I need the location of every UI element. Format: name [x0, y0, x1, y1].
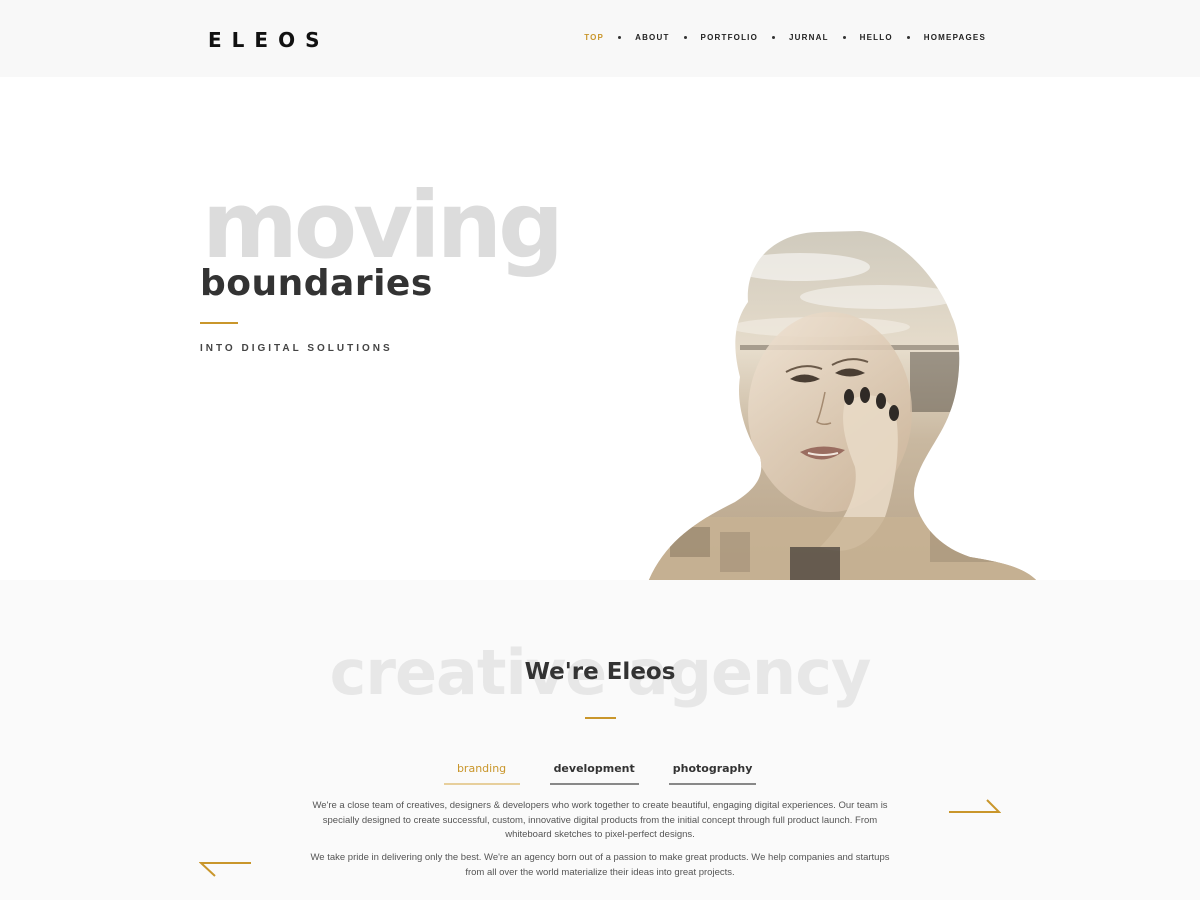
- nav-item-jurnal[interactable]: JURNAL: [789, 33, 829, 42]
- nav-item-hello[interactable]: HELLO: [860, 33, 893, 42]
- about-title: We're Eleos: [524, 659, 676, 685]
- about-paragraph: We take pride in delivering only the bes…: [310, 852, 890, 878]
- nav-separator: [842, 36, 846, 39]
- hero-divider: [200, 322, 238, 324]
- hero-title: boundaries: [200, 263, 433, 304]
- nav-separator: [906, 36, 910, 39]
- nav-separator: [683, 36, 687, 39]
- nav-item-top[interactable]: TOP: [584, 33, 604, 42]
- nav-separator: [618, 36, 622, 39]
- nav-separator: [772, 36, 776, 39]
- tab-branding[interactable]: branding: [443, 760, 520, 785]
- tab-photography[interactable]: photography: [668, 760, 757, 785]
- arrow-right-icon[interactable]: [949, 798, 1001, 816]
- nav-item-about[interactable]: ABOUT: [635, 33, 669, 42]
- hero-background-word: moving: [202, 172, 564, 279]
- arrow-left-icon[interactable]: [199, 860, 251, 878]
- hero-subtitle: INTO DIGITAL SOLUTIONS: [200, 343, 393, 354]
- site-header: ELEOS TOP ABOUT PORTFOLIO JURNAL HELLO H…: [0, 0, 1200, 77]
- nav-item-portfolio[interactable]: PORTFOLIO: [701, 33, 758, 42]
- logo[interactable]: ELEOS: [208, 28, 329, 52]
- about-section: creative agency We're Eleos branding dev…: [0, 580, 1200, 900]
- hero-section: moving boundaries INTO DIGITAL SOLUTIONS: [0, 77, 1200, 580]
- portrait-image: [648, 231, 1038, 580]
- about-paragraph: We're a close team of creatives, designe…: [312, 800, 888, 840]
- main-nav: TOP ABOUT PORTFOLIO JURNAL HELLO HOMEPAG…: [584, 33, 986, 42]
- tab-development[interactable]: development: [549, 760, 639, 785]
- nav-item-homepages[interactable]: HOMEPAGES: [924, 33, 986, 42]
- about-tabs: branding development photography: [0, 760, 1200, 785]
- about-divider: [585, 717, 616, 719]
